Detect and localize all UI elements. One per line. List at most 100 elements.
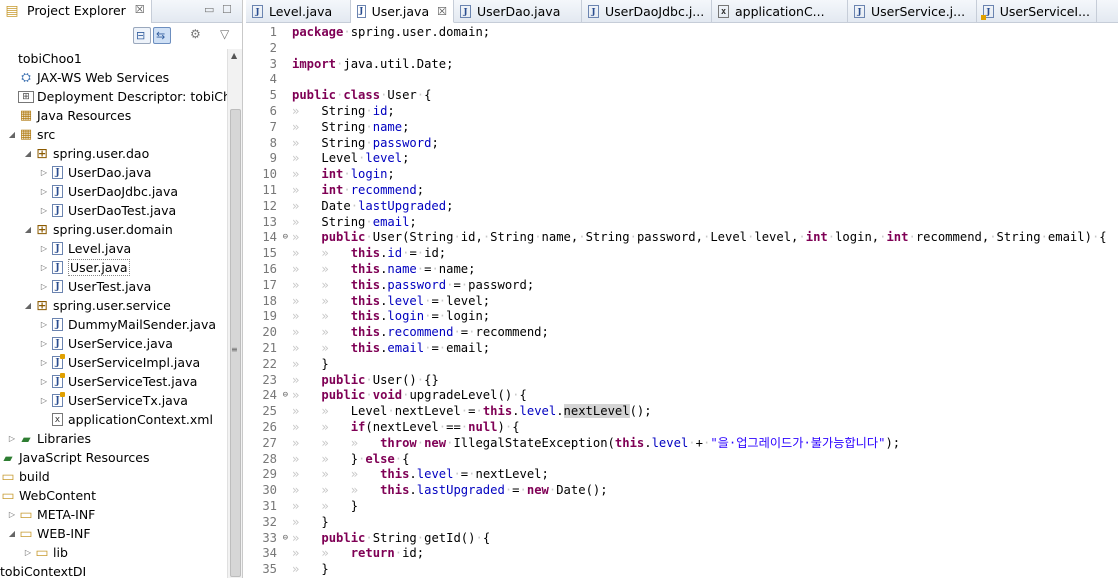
expand-arrow-icon[interactable]: ▷ — [38, 168, 50, 177]
focus-icon[interactable]: ⚙ — [190, 27, 201, 41]
editor-tab[interactable]: J UserService.j... — [848, 0, 977, 23]
scrollbar-thumb[interactable] — [230, 109, 241, 577]
code-line[interactable]: 9» Level·level; — [246, 151, 1118, 167]
code-line[interactable]: 1 package·spring.user.domain; — [246, 25, 1118, 41]
expand-arrow-icon[interactable]: ▷ — [38, 358, 50, 367]
fold-collapse-icon[interactable]: ⊖ — [283, 388, 288, 404]
code-line[interactable]: 27» » » throw·new·IllegalStateException(… — [246, 436, 1118, 452]
minimize-icon[interactable]: ▭ — [204, 3, 214, 16]
code-line[interactable]: 31» » } — [246, 499, 1118, 515]
tree-item[interactable]: ▷ J UserServiceTx.java — [0, 391, 227, 410]
editor-tab[interactable]: J Level.java — [246, 0, 351, 23]
expand-arrow-icon[interactable]: ▷ — [38, 320, 50, 329]
code-line[interactable]: 6» String·id; — [246, 104, 1118, 120]
tree-item[interactable]: ◢ ▭ WEB-INF — [0, 524, 227, 543]
maximize-icon[interactable]: ☐ — [222, 3, 232, 16]
close-view-icon[interactable]: ☒ — [135, 3, 145, 16]
tree-item[interactable]: ⊞ Deployment Descriptor: tobiChoo1 — [0, 87, 242, 106]
editor-tab[interactable]: J UserServiceI... — [977, 0, 1097, 23]
expand-arrow-icon[interactable]: ▷ — [38, 206, 50, 215]
code-line[interactable]: 34» » return·id; — [246, 546, 1118, 562]
scroll-up-arrow-icon[interactable]: ▲ — [231, 51, 237, 60]
code-line[interactable]: 2 — [246, 41, 1118, 57]
tree-item[interactable]: ▷ ▰ Libraries — [0, 429, 227, 448]
tree-item[interactable]: ⛭ JAX-WS Web Services — [0, 68, 227, 87]
expand-arrow-icon[interactable]: ▷ — [38, 282, 50, 291]
tree-item[interactable]: ▷ ▭ lib — [0, 543, 227, 562]
fold-collapse-icon[interactable]: ⊖ — [283, 230, 288, 246]
tree-item[interactable]: ◢ ⊞ spring.user.dao — [0, 144, 227, 163]
code-line[interactable]: 22» } — [246, 357, 1118, 373]
code-line[interactable]: 8» String·password; — [246, 136, 1118, 152]
explorer-scrollbar[interactable]: ▲ ≡ — [227, 49, 242, 578]
code-line[interactable]: 15» » this.id·=·id; — [246, 246, 1118, 262]
view-menu-icon[interactable]: ▽ — [220, 27, 229, 41]
tree-item[interactable]: tobiChoo1 — [0, 49, 227, 68]
editor-tab[interactable]: x applicationC... — [712, 0, 848, 23]
tree-item[interactable]: ▭ WebContent — [0, 486, 227, 505]
code-line[interactable]: 29» » » this.level·=·nextLevel; — [246, 467, 1118, 483]
code-line[interactable]: 17» » this.password·=·password; — [246, 278, 1118, 294]
project-explorer-tab[interactable]: ▤ Project Explorer ☒ — [0, 0, 152, 23]
tree-item[interactable]: ▭ build — [0, 467, 227, 486]
expand-arrow-icon[interactable]: ▷ — [38, 187, 50, 196]
tree-item[interactable]: ▷ J UserDao.java — [0, 163, 227, 182]
code-line[interactable]: 16» » this.name·=·name; — [246, 262, 1118, 278]
code-line[interactable]: 33 ⊖» public·String·getId()·{ — [246, 531, 1118, 547]
collapse-arrow-icon[interactable]: ◢ — [22, 301, 34, 310]
code-line[interactable]: 28» » }·else·{ — [246, 452, 1118, 468]
code-line[interactable]: 13» String·email; — [246, 215, 1118, 231]
tree-item[interactable]: ▷ J DummyMailSender.java — [0, 315, 227, 334]
code-area[interactable]: 1 package·spring.user.domain; 2 3 import·jav… — [246, 25, 1118, 578]
close-tab-icon[interactable]: ☒ — [437, 5, 447, 18]
collapse-arrow-icon[interactable]: ◢ — [6, 130, 18, 139]
code-line[interactable]: 5 public·class·User·{ — [246, 88, 1118, 104]
tree-item[interactable]: ▷ J UserDaoTest.java — [0, 201, 227, 220]
code-line[interactable]: 10» int·login; — [246, 167, 1118, 183]
tree-item[interactable]: ▷ J Level.java — [0, 239, 227, 258]
tree-item[interactable]: ▷ J UserServiceImpl.java — [0, 353, 227, 372]
code-line[interactable]: 11» int·recommend; — [246, 183, 1118, 199]
tree-item[interactable]: ▷ ▭ META-INF — [0, 505, 227, 524]
editor-tab[interactable]: J UserDaoJdbc.j... — [582, 0, 712, 23]
editor-tab[interactable]: J UserDao.java — [454, 0, 582, 23]
tree-item[interactable]: ▷ J UserTest.java — [0, 277, 227, 296]
collapse-arrow-icon[interactable]: ◢ — [22, 225, 34, 234]
expand-arrow-icon[interactable]: ▷ — [38, 339, 50, 348]
tree-item[interactable]: ◢ ⊞ spring.user.service — [0, 296, 227, 315]
fold-collapse-icon[interactable]: ⊖ — [283, 531, 288, 547]
code-line[interactable]: 32» } — [246, 515, 1118, 531]
tree-item[interactable]: ▦ Java Resources — [0, 106, 227, 125]
collapse-arrow-icon[interactable]: ◢ — [22, 149, 34, 158]
link-with-editor-button[interactable]: ⇆ — [153, 27, 171, 44]
tree-item[interactable]: ◢ ▦ src — [0, 125, 227, 144]
tree-item[interactable]: ◢ ⊞ spring.user.domain — [0, 220, 227, 239]
expand-arrow-icon[interactable]: ▷ — [6, 434, 18, 443]
code-line[interactable]: 19» » this.login·=·login; — [246, 309, 1118, 325]
editor-tab[interactable]: J User.java ☒ — [351, 0, 454, 23]
code-line[interactable]: 30» » » this.lastUpgraded·=·new·Date(); — [246, 483, 1118, 499]
code-line[interactable]: 24 ⊖» public·void·upgradeLevel()·{ — [246, 388, 1118, 404]
expand-arrow-icon[interactable]: ▷ — [38, 396, 50, 405]
expand-arrow-icon[interactable]: ▷ — [38, 263, 50, 272]
code-line[interactable]: 26» » if(nextLevel·==·null)·{ — [246, 420, 1118, 436]
collapse-all-button[interactable]: ⊟ — [133, 27, 151, 44]
expand-arrow-icon[interactable]: ▷ — [38, 377, 50, 386]
code-line[interactable]: 3 import·java.util.Date; — [246, 57, 1118, 73]
tree-item[interactable]: x applicationContext.xml — [0, 410, 227, 429]
code-line[interactable]: 7» String·name; — [246, 120, 1118, 136]
tree-item[interactable]: ▷ J UserServiceTest.java — [0, 372, 227, 391]
code-line[interactable]: 23» public·User()·{} — [246, 373, 1118, 389]
expand-arrow-icon[interactable]: ▷ — [38, 244, 50, 253]
code-line[interactable]: 35» } — [246, 562, 1118, 578]
code-line[interactable]: 12» Date·lastUpgraded; — [246, 199, 1118, 215]
code-line[interactable]: 20» » this.recommend·=·recommend; — [246, 325, 1118, 341]
tree-item[interactable]: ▷ J UserService.java — [0, 334, 227, 353]
code-line[interactable]: 18» » this.level·=·level; — [246, 294, 1118, 310]
tree-item[interactable]: ▷ J User.java — [0, 258, 227, 277]
code-line[interactable]: 14 ⊖» public·User(String·id,·String·name,… — [246, 230, 1118, 246]
code-line[interactable]: 21» » this.email·=·email; — [246, 341, 1118, 357]
collapse-arrow-icon[interactable]: ◢ — [6, 529, 18, 538]
expand-arrow-icon[interactable]: ▷ — [6, 510, 18, 519]
tree-item[interactable]: ▰ JavaScript Resources — [0, 448, 227, 467]
